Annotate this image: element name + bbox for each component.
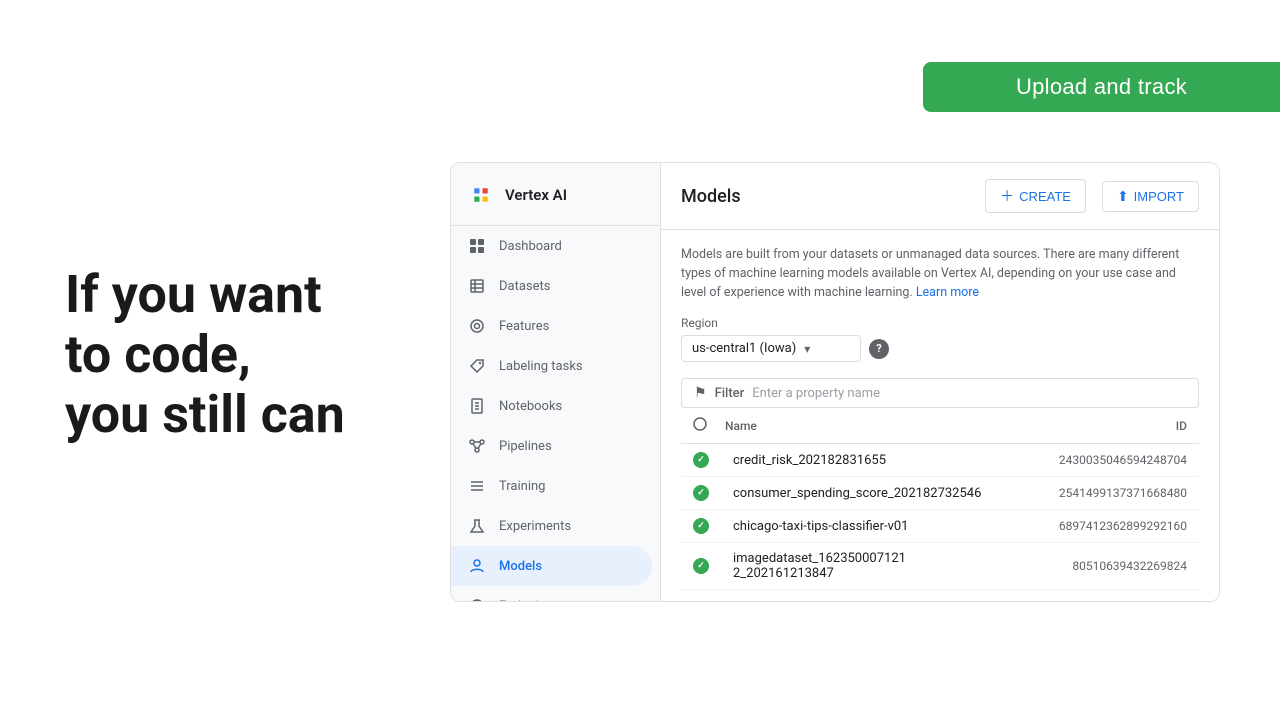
import-button[interactable]: ⬆ IMPORT <box>1102 181 1199 212</box>
table-row[interactable]: ✓ imagedataset_162350007121​2_2021612138… <box>681 543 1199 590</box>
region-section: Region us-central1 (Iowa) ▾ ? <box>681 316 1199 362</box>
sidebar-app-title: Vertex AI <box>505 186 567 204</box>
sidebar-item-dashboard[interactable]: Dashboard <box>451 226 652 266</box>
sidebar-item-labeling[interactable]: Labeling tasks <box>451 346 652 386</box>
notebooks-icon <box>467 396 487 416</box>
features-icon <box>467 316 487 336</box>
region-row: us-central1 (Iowa) ▾ ? <box>681 335 1199 362</box>
status-ok-icon: ✓ <box>693 558 709 574</box>
upload-track-label: Upload and track <box>1016 74 1187 100</box>
sidebar-item-training[interactable]: Training <box>451 466 652 506</box>
row-id: 6897412362899292160 <box>987 519 1187 533</box>
sidebar-item-notebooks[interactable]: Notebooks <box>451 386 652 426</box>
row-checkbox: ✓ <box>693 558 725 574</box>
chevron-down-icon: ▾ <box>804 342 810 356</box>
sidebar-item-models[interactable]: Models <box>451 546 652 586</box>
region-label: Region <box>681 316 1199 330</box>
filter-bar: ⚑ Filter Enter a property name <box>681 378 1199 408</box>
models-table: Name ID ✓ credit_risk_202182831655 24300… <box>681 408 1199 590</box>
status-ok-icon: ✓ <box>693 452 709 468</box>
experiments-icon <box>467 516 487 536</box>
region-select[interactable]: us-central1 (Iowa) ▾ <box>681 335 861 362</box>
sidebar-item-label: Datasets <box>499 279 551 294</box>
col-id-header: ID <box>987 419 1187 433</box>
row-id: 2541499137371668480 <box>987 486 1187 500</box>
sidebar-item-label: Training <box>499 479 545 494</box>
sidebar-item-label: Labeling tasks <box>499 359 583 374</box>
import-label: IMPORT <box>1134 189 1184 204</box>
status-ok-icon: ✓ <box>693 518 709 534</box>
sidebar-item-datasets[interactable]: Datasets <box>451 266 652 306</box>
row-id: 8051063943226​9824 <box>987 559 1187 573</box>
sidebar-item-endpoints[interactable]: Endpoints <box>451 586 652 602</box>
sidebar-item-label: Models <box>499 559 542 574</box>
create-button[interactable]: ＋ CREATE <box>985 179 1086 213</box>
table-row[interactable]: ✓ consumer_spending_score_202182732546 2… <box>681 477 1199 510</box>
upload-track-button[interactable]: Upload and track <box>923 62 1280 112</box>
help-icon[interactable]: ? <box>869 339 889 359</box>
vertex-ai-icon <box>467 181 495 209</box>
sidebar-item-experiments[interactable]: Experiments <box>451 506 652 546</box>
hero-line3: you still can <box>65 385 345 445</box>
dashboard-icon <box>467 236 487 256</box>
vertex-ai-panel: Vertex AI Dashboard <box>450 162 1220 602</box>
table-row[interactable]: ✓ chicago-taxi-tips-classifier-v01 68974… <box>681 510 1199 543</box>
status-ok-icon: ✓ <box>693 485 709 501</box>
sidebar-header: Vertex AI <box>451 163 660 226</box>
col-name-header: Name <box>725 419 987 433</box>
create-icon: ＋ <box>1000 186 1014 206</box>
sidebar-item-label: Notebooks <box>499 399 562 414</box>
sidebar-item-label: Pipelines <box>499 439 552 454</box>
import-icon: ⬆ <box>1117 188 1129 205</box>
sidebar-item-pipelines[interactable]: Pipelines <box>451 426 652 466</box>
row-checkbox: ✓ <box>693 452 725 468</box>
main-body: Models are built from your datasets or u… <box>661 230 1219 601</box>
endpoints-icon <box>467 596 487 602</box>
sidebar-item-features[interactable]: Features <box>451 306 652 346</box>
hero-text-block: If you want to code, you still can <box>65 265 345 444</box>
models-icon <box>467 556 487 576</box>
row-name: chicago-taxi-tips-classifier-v01 <box>733 519 987 534</box>
sidebar-item-label: Features <box>499 319 549 334</box>
main-header: Models ＋ CREATE ⬆ IMPORT <box>661 163 1219 230</box>
sidebar-item-label: Experiments <box>499 519 571 534</box>
filter-placeholder[interactable]: Enter a property name <box>752 386 880 401</box>
training-icon <box>467 476 487 496</box>
sidebar-item-label: Endpoints <box>499 599 557 603</box>
description-text: Models are built from your datasets or u… <box>681 246 1199 302</box>
learn-more-link[interactable]: Learn more <box>916 285 979 300</box>
hero-line2: to code, <box>65 325 345 385</box>
main-content: Models ＋ CREATE ⬆ IMPORT Models are buil… <box>661 163 1219 601</box>
create-label: CREATE <box>1019 189 1071 204</box>
datasets-icon <box>467 276 487 296</box>
table-header: Name ID <box>681 408 1199 444</box>
row-name: consumer_spending_score_202182732546 <box>733 486 987 501</box>
table-header-checkbox <box>693 416 725 435</box>
hero-line1: If you want <box>65 265 345 325</box>
table-row[interactable]: ✓ credit_risk_202182831655 2430035046594… <box>681 444 1199 477</box>
filter-label: Filter <box>715 386 745 401</box>
row-name: credit_risk_202182831655 <box>733 453 987 468</box>
region-value: us-central1 (Iowa) <box>692 341 796 356</box>
pipelines-icon <box>467 436 487 456</box>
filter-icon: ⚑ <box>694 385 707 401</box>
sidebar-item-label: Dashboard <box>499 239 562 254</box>
main-title: Models <box>681 186 969 207</box>
row-id: 2430035046594248704 <box>987 453 1187 467</box>
labeling-icon <box>467 356 487 376</box>
row-checkbox: ✓ <box>693 485 725 501</box>
row-name: imagedataset_162350007121​2_202161213847 <box>733 551 987 581</box>
row-checkbox: ✓ <box>693 518 725 534</box>
sidebar: Vertex AI Dashboard <box>451 163 661 601</box>
